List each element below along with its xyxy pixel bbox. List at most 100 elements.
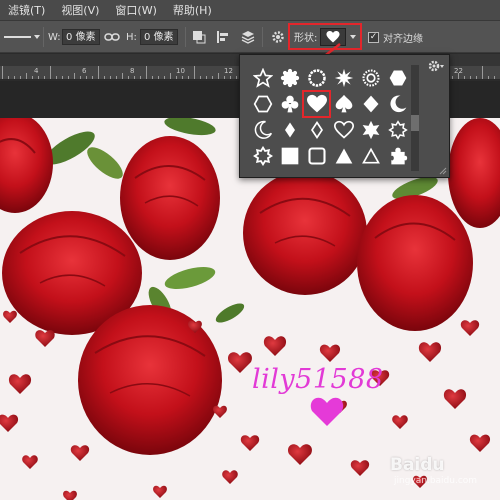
- ruler-tick: [98, 66, 99, 79]
- shape-grid: [249, 65, 409, 169]
- heart-outline-icon: [333, 120, 354, 139]
- align-edges-checkbox[interactable]: ✓: [368, 31, 379, 43]
- diamond-outline-icon: [310, 120, 323, 140]
- ruler-tick: [152, 76, 153, 79]
- menu-bar: 滤镜(T) 视图(V) 窗口(W) 帮助(H): [0, 0, 500, 21]
- shape-diamond[interactable]: [357, 91, 384, 117]
- shape-crescent-outline[interactable]: [249, 117, 276, 143]
- shape-starburst-outline[interactable]: [384, 117, 411, 143]
- shape-heart-outline[interactable]: [330, 117, 357, 143]
- shape-star-outline[interactable]: [249, 65, 276, 91]
- shape-sun[interactable]: [357, 65, 384, 91]
- rose: [243, 171, 367, 295]
- ruler-tick: [86, 76, 87, 79]
- starburst-small-icon: [252, 146, 273, 166]
- ruler-tick: [182, 76, 183, 79]
- seal-icon: [280, 68, 299, 88]
- shape-club[interactable]: [276, 91, 303, 117]
- watermark-text: lily51588: [252, 364, 384, 395]
- square-icon: [281, 147, 298, 165]
- options-bar: W: 0 像素 H: 0 像素 形状: ✓ 对齐边缘: [0, 21, 500, 53]
- shape-hexagon-outline[interactable]: [384, 65, 411, 91]
- ruler-label: 8: [130, 67, 135, 75]
- ruler-tick: [140, 76, 141, 79]
- shape-seal-ring[interactable]: [303, 65, 330, 91]
- shape-puzzle[interactable]: [384, 143, 411, 169]
- shape-triangle[interactable]: [330, 143, 357, 169]
- ruler-tick: [158, 76, 159, 79]
- rounded-square-icon: [307, 147, 326, 165]
- ruler-tick: [224, 76, 225, 79]
- ruler-tick: [74, 73, 75, 79]
- shape-square[interactable]: [276, 143, 303, 169]
- shape-heart[interactable]: [302, 90, 331, 118]
- ruler-tick: [236, 76, 237, 79]
- ruler-tick: [44, 76, 45, 79]
- shape-hexagon[interactable]: [249, 91, 276, 117]
- ruler-tick: [230, 76, 231, 79]
- spade-icon: [335, 94, 352, 113]
- ruler-tick: [62, 76, 63, 79]
- star-outline-icon: [252, 68, 273, 88]
- ruler-tick: [26, 73, 27, 79]
- shape-diamond-outline[interactable]: [276, 117, 303, 143]
- shape-starburst-small[interactable]: [249, 143, 276, 169]
- path-operations-button[interactable]: [192, 21, 206, 53]
- shape-rounded-square[interactable]: [303, 143, 330, 169]
- link-dimensions-button[interactable]: [104, 21, 120, 53]
- align-edges-toggle[interactable]: ✓ 对齐边缘: [368, 21, 423, 53]
- ruler-tick: [464, 76, 465, 79]
- triangle-icon: [335, 148, 352, 164]
- stroke-type-dropdown[interactable]: [0, 21, 40, 53]
- menu-filter[interactable]: 滤镜(T): [0, 2, 53, 18]
- shape-diamond-hollow[interactable]: [303, 117, 330, 143]
- ruler-tick: [68, 76, 69, 79]
- ruler-tick: [176, 76, 177, 79]
- ruler-tick: [488, 76, 489, 79]
- watermark-heart: [310, 397, 344, 426]
- shape-burst[interactable]: [330, 65, 357, 91]
- ruler-tick: [32, 76, 33, 79]
- menu-help[interactable]: 帮助(H): [165, 2, 220, 18]
- shape-spade[interactable]: [330, 91, 357, 117]
- path-arrangement-button[interactable]: [240, 21, 256, 53]
- ruler-tick: [38, 76, 39, 79]
- geometry-options-button[interactable]: [271, 21, 285, 53]
- ruler-tick: [470, 76, 471, 79]
- shape-eight-point-star[interactable]: [357, 117, 384, 143]
- baidu-watermark: Baidu: [390, 455, 445, 475]
- menu-view[interactable]: 视图(V): [53, 2, 107, 18]
- path-alignment-button[interactable]: [216, 21, 230, 53]
- ruler-tick: [452, 76, 453, 79]
- divider: [185, 27, 186, 47]
- club-icon: [281, 95, 298, 113]
- gear-icon: [272, 31, 284, 43]
- path-operations-icon: [193, 31, 206, 44]
- path-arrangement-icon: [241, 31, 255, 44]
- ruler-tick: [194, 66, 195, 79]
- menu-window[interactable]: 窗口(W): [107, 2, 164, 18]
- seal-ring-icon: [307, 69, 326, 87]
- shape-triangle-outline[interactable]: [357, 143, 384, 169]
- stroke-line-icon: [4, 36, 31, 38]
- ruler-tick: [458, 73, 459, 79]
- ruler-tick: [482, 66, 483, 79]
- chevron-down-icon[interactable]: [350, 34, 357, 39]
- align-edges-label: 对齐边缘: [383, 33, 423, 45]
- gear-icon[interactable]: [428, 59, 444, 73]
- shape-crescent[interactable]: [384, 91, 411, 117]
- height-input[interactable]: 0 像素: [140, 29, 178, 45]
- height-label: H:: [126, 31, 137, 43]
- ruler-tick: [494, 76, 495, 79]
- shape-picker-scrollbar[interactable]: [411, 65, 419, 171]
- shape-seal-outline[interactable]: [276, 65, 303, 91]
- ruler-tick: [14, 76, 15, 79]
- hexagon-outline-icon: [253, 95, 272, 113]
- ruler-tick: [56, 76, 57, 79]
- scrollbar-thumb[interactable]: [411, 115, 419, 131]
- width-input[interactable]: 0 像素: [62, 29, 100, 45]
- triangle-outline-icon: [361, 147, 380, 164]
- rose: [0, 118, 53, 213]
- resize-grip-icon[interactable]: [439, 167, 447, 175]
- heart-icon: [306, 94, 327, 113]
